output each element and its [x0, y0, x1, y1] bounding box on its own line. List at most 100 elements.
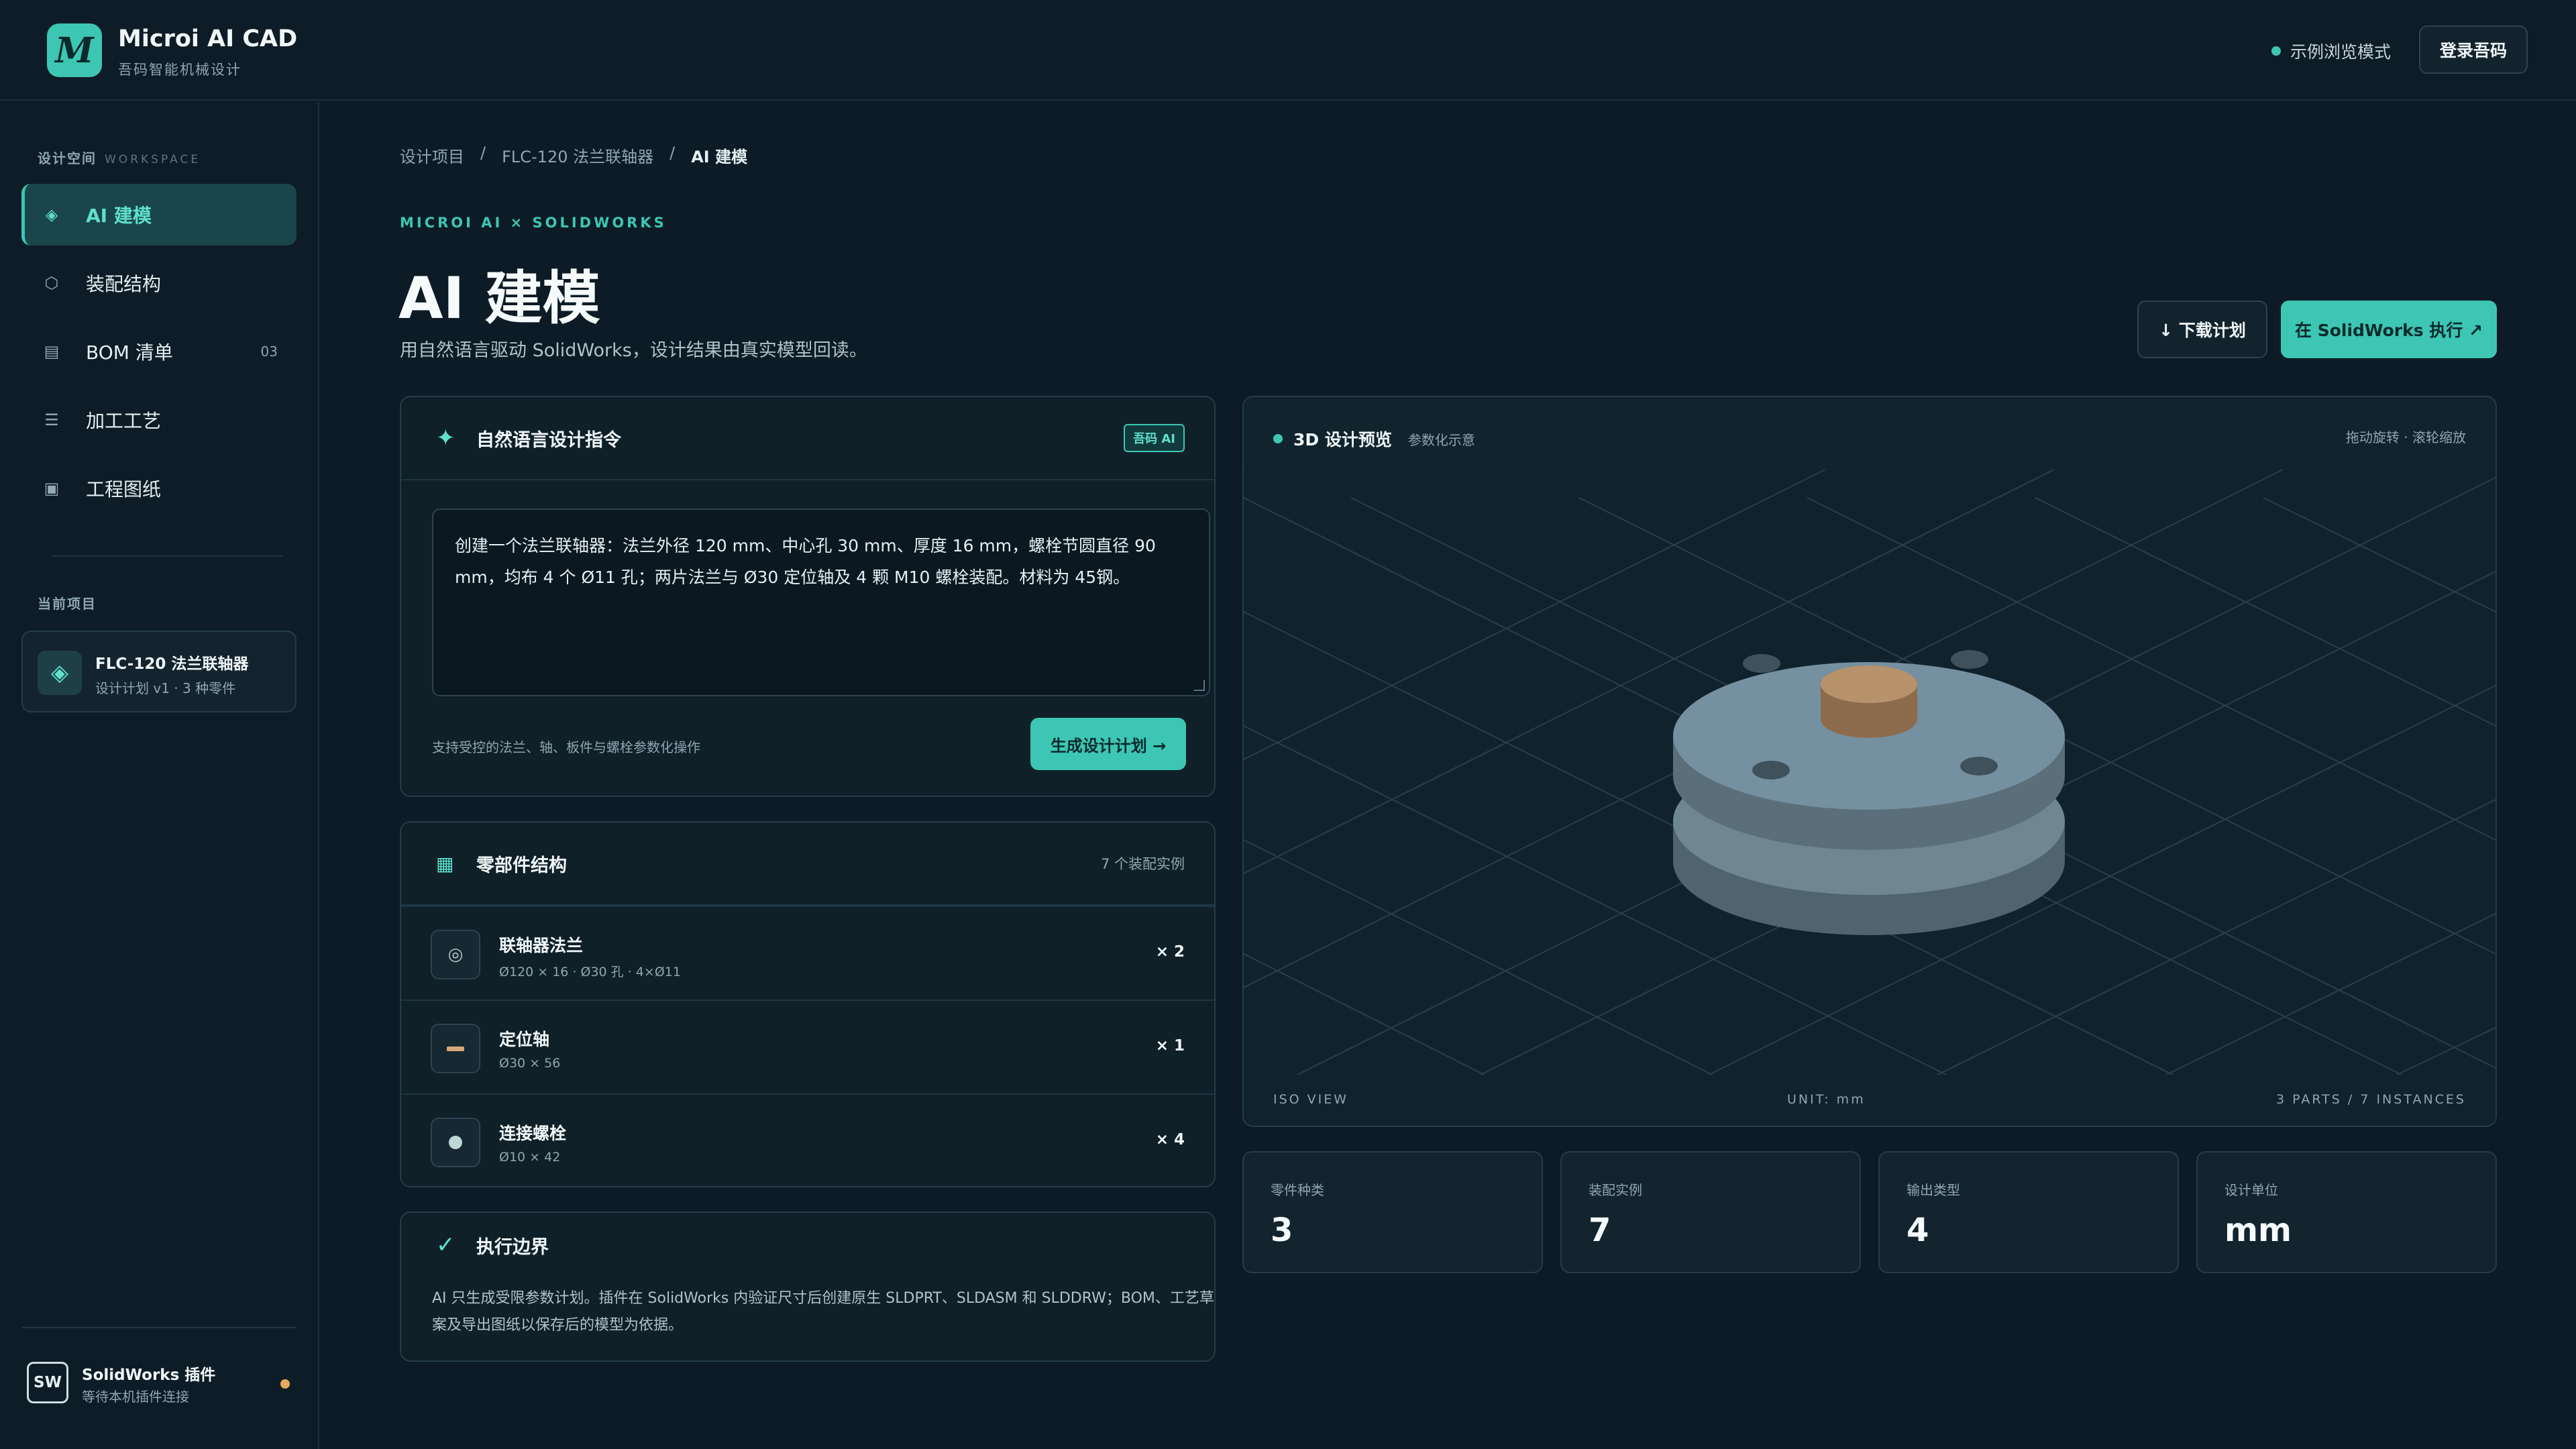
stat-value: mm	[2224, 1212, 2292, 1249]
ai-tag-badge: 吾码 AI	[1124, 424, 1185, 452]
sidebar-item-process[interactable]: ☰ 加工工艺	[21, 389, 297, 451]
boundary-header: ✓ 执行边界	[436, 1232, 549, 1258]
preview-header: 3D 设计预览 参数化示意	[1273, 427, 1475, 451]
stat-card-unit: 设计单位 mm	[2196, 1151, 2497, 1273]
resize-handle-icon[interactable]	[1194, 680, 1205, 691]
sidebar-item-assembly[interactable]: ⬡ 装配结构	[21, 252, 297, 314]
boundary-text: AI 只生成受限参数计划。插件在 SolidWorks 内验证尺寸后创建原生 S…	[432, 1290, 1214, 1334]
stat-label: 设计单位	[2224, 1182, 2278, 1198]
project-title: FLC-120 法兰联轴器	[95, 655, 249, 673]
breadcrumb: 设计项目 / FLC-120 法兰联轴器 / AI 建模	[400, 144, 747, 167]
breadcrumb-item-current: AI 建模	[691, 148, 748, 166]
preview-subtitle: 参数化示意	[1407, 431, 1475, 448]
list-icon: ☰	[44, 411, 59, 429]
stat-value: 3	[1271, 1212, 1293, 1249]
project-cube-icon: ◈	[38, 651, 82, 695]
stat-value: 7	[1589, 1212, 1611, 1249]
preview-panel: 3D 设计预览 参数化示意 拖动旋转 · 滚轮缩放 ISO VIEW UNIT:…	[1242, 396, 2497, 1127]
breadcrumb-separator: /	[669, 144, 676, 162]
plugin-status-dot-icon	[280, 1379, 290, 1389]
part-name: 连接螺栓	[499, 1124, 567, 1143]
part-name: 联轴器法兰	[499, 936, 584, 955]
sidebar-item-ai-modeling[interactable]: ◈ AI 建模	[21, 184, 297, 246]
workspace-label-en: WORKSPACE	[105, 153, 201, 166]
sidebar: 设计空间 WORKSPACE ◈ AI 建模 ⬡ 装配结构 ▤ BOM 清单 03…	[0, 102, 319, 1449]
hexagon-icon: ⬡	[44, 274, 59, 292]
sidebar-item-label: BOM 清单	[86, 341, 173, 364]
sparkle-icon: ✦	[436, 425, 455, 451]
page-subtitle: 用自然语言驱动 SolidWorks，设计结果由真实模型回读。	[400, 340, 867, 361]
design-prompt-text: 创建一个法兰联轴器：法兰外径 120 mm、中心孔 30 mm、厚度 16 mm…	[455, 536, 1156, 587]
unit-label: UNIT: mm	[1787, 1092, 1866, 1107]
view-label: ISO VIEW	[1273, 1092, 1349, 1107]
part-spec: Ø30 × 56	[499, 1056, 561, 1071]
plugin-status: 等待本机插件连接	[82, 1389, 189, 1405]
breadcrumb-item-project[interactable]: FLC-120 法兰联轴器	[502, 144, 653, 167]
sidebar-bottom-divider	[21, 1327, 297, 1328]
current-project-card[interactable]: ◈ FLC-120 法兰联轴器 设计计划 v1 · 3 种零件	[21, 631, 297, 712]
flange-assembly-model[interactable]	[1673, 650, 2065, 935]
part-row[interactable]: 定位轴 Ø30 × 56 × 1	[401, 1000, 1214, 1093]
workspace-label-zh: 设计空间	[38, 150, 97, 166]
breadcrumb-item-projects[interactable]: 设计项目	[400, 144, 464, 167]
prompt-panel-header: ✦ 自然语言设计指令 吾码 AI	[401, 397, 1214, 480]
solidworks-badge-icon: SW	[27, 1362, 68, 1403]
preview-hint: 拖动旋转 · 滚轮缩放	[2345, 429, 2466, 445]
app-root: M Microi AI CAD 吾码智能机械设计 示例浏览模式 登录吾码 设计空…	[0, 0, 2576, 1449]
part-quantity: × 1	[1155, 1037, 1185, 1055]
sidebar-item-label: AI 建模	[86, 205, 152, 227]
instances-label: 3 PARTS / 7 INSTANCES	[2275, 1092, 2466, 1107]
parts-count-label: 7 个装配实例	[1100, 856, 1185, 872]
parts-panel: ▦ 零部件结构 7 个装配实例 ◎ 联轴器法兰 Ø120 × 16 · Ø30 …	[400, 821, 1216, 1187]
part-quantity: × 4	[1155, 1131, 1185, 1148]
part-row[interactable]: ◎ 联轴器法兰 Ø120 × 16 · Ø30 孔 · 4×Ø11 × 2	[401, 906, 1214, 1000]
target-icon: ◎	[431, 930, 480, 979]
preview-title: 3D 设计预览	[1293, 430, 1392, 449]
sidebar-divider	[52, 555, 283, 557]
part-row[interactable]: 连接螺栓 Ø10 × 42 × 4	[401, 1093, 1214, 1187]
stat-card-instances: 装配实例 7	[1560, 1151, 1861, 1273]
login-button[interactable]: 登录吾码	[2419, 25, 2528, 74]
prompt-hint: 支持受控的法兰、轴、板件与螺栓参数化操作	[432, 739, 700, 755]
part-spec: Ø10 × 42	[499, 1150, 561, 1165]
plugin-title: SolidWorks 插件	[82, 1366, 216, 1384]
sidebar-item-label: 加工工艺	[86, 410, 162, 432]
breadcrumb-separator: /	[480, 144, 486, 162]
shaft-icon	[431, 1024, 480, 1073]
table-icon: ▤	[44, 342, 60, 361]
stat-label: 装配实例	[1589, 1182, 1642, 1198]
prompt-panel-title: 自然语言设计指令	[476, 429, 621, 451]
page-title: AI 建模	[398, 265, 600, 332]
parts-panel-header: ▦ 零部件结构 7 个装配实例	[401, 822, 1214, 906]
stat-value: 4	[1907, 1212, 1929, 1249]
brand-title: Microi AI CAD	[118, 25, 298, 52]
download-plan-button[interactable]: ↓ 下载计划	[2137, 301, 2267, 358]
parts-panel-title: 零部件结构	[476, 855, 567, 876]
stat-card-output-types: 输出类型 4	[1878, 1151, 2179, 1273]
stat-label: 输出类型	[1907, 1182, 1960, 1198]
sidebar-item-label: 工程图纸	[86, 478, 162, 500]
part-spec: Ø120 × 16 · Ø30 孔 · 4×Ø11	[499, 965, 681, 979]
preview-canvas[interactable]	[1244, 397, 2496, 1126]
page-eyebrow: MICROI AI × SOLIDWORKS	[400, 215, 667, 231]
check-icon: ✓	[436, 1232, 455, 1258]
bom-count-badge: 03	[260, 343, 278, 360]
execute-in-solidworks-button[interactable]: 在 SolidWorks 执行 ↗	[2281, 301, 2497, 358]
boundary-title: 执行边界	[476, 1236, 549, 1258]
sidebar-item-bom[interactable]: ▤ BOM 清单 03	[21, 321, 297, 382]
logo-icon: M	[47, 23, 102, 77]
project-subtitle: 设计计划 v1 · 3 种零件	[95, 680, 236, 696]
cube-outline-icon: ◈	[45, 205, 58, 224]
bolt-icon	[431, 1118, 480, 1167]
brand-subtitle: 吾码智能机械设计	[118, 62, 241, 78]
workspace-section-label: 设计空间 WORKSPACE	[38, 148, 201, 167]
grid-icon: ▦	[436, 852, 454, 875]
preview-status-dot-icon	[1273, 434, 1283, 443]
part-quantity: × 2	[1155, 943, 1185, 961]
sidebar-item-drawings[interactable]: ▣ 工程图纸	[21, 458, 297, 519]
top-header: M Microi AI CAD 吾码智能机械设计 示例浏览模式 登录吾码	[0, 0, 2576, 101]
sidebar-item-label: 装配结构	[86, 273, 162, 295]
execution-boundary-panel: ✓ 执行边界 AI 只生成受限参数计划。插件在 SolidWorks 内验证尺寸…	[400, 1212, 1216, 1362]
design-prompt-textarea[interactable]: 创建一个法兰联轴器：法兰外径 120 mm、中心孔 30 mm、厚度 16 mm…	[432, 508, 1210, 696]
generate-plan-button[interactable]: 生成设计计划 →	[1030, 718, 1186, 770]
